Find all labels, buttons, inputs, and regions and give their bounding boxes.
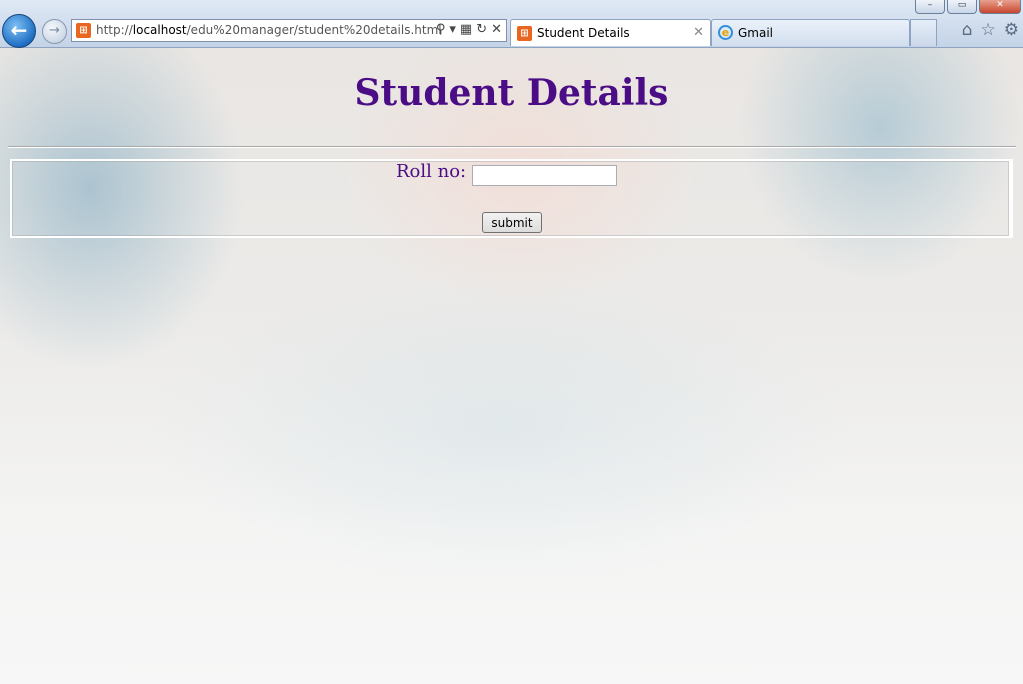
tab-student-details[interactable]: ⊞ Student Details ✕ <box>510 19 711 46</box>
xampp-icon: ⊞ <box>76 23 91 38</box>
horizontal-rule <box>8 146 1016 148</box>
minimize-button[interactable]: – <box>915 0 945 14</box>
ie-icon: e <box>718 25 733 40</box>
page-viewport: Student Details Roll no: submit <box>0 48 1023 684</box>
new-tab-button[interactable] <box>910 19 937 46</box>
search-icon[interactable]: ⚲ <box>436 22 446 37</box>
close-button[interactable]: ✕ <box>979 0 1021 14</box>
submit-button[interactable]: submit <box>482 212 542 233</box>
restore-button[interactable]: ▭ <box>947 0 977 14</box>
window-controls: – ▭ ✕ <box>913 0 1021 14</box>
roll-no-input[interactable] <box>472 165 617 186</box>
xampp-icon: ⊞ <box>517 26 532 41</box>
back-button[interactable]: ← <box>2 14 36 48</box>
favorites-star-icon[interactable]: ☆ <box>981 20 996 40</box>
browser-chrome: – ▭ ✕ ← → ⊞ http://localhost/edu%20manag… <box>0 0 1023 48</box>
compatibility-icon[interactable]: ▦ <box>460 22 472 37</box>
home-icon[interactable]: ⌂ <box>962 20 973 40</box>
stop-icon[interactable]: ✕ <box>491 22 502 37</box>
roll-no-label: Roll no: <box>396 161 467 182</box>
tab-gmail[interactable]: e Gmail <box>711 19 910 46</box>
tab-label: Student Details <box>537 26 630 40</box>
url-text[interactable]: http://localhost/edu%20manager/student%2… <box>96 23 442 37</box>
tab-label: Gmail <box>738 26 774 40</box>
dropdown-icon[interactable]: ▾ <box>449 22 456 37</box>
address-bar[interactable]: ⊞ http://localhost/edu%20manager/student… <box>71 19 507 42</box>
close-tab-icon[interactable]: ✕ <box>693 20 704 46</box>
toolbar-icons: ⌂ ☆ ⚙ <box>962 20 1019 40</box>
address-tools: ⚲ ▾ ▦ ↻ ✕ <box>436 22 502 37</box>
page-title: Student Details <box>354 72 669 114</box>
gear-icon[interactable]: ⚙ <box>1004 20 1019 40</box>
forward-button[interactable]: → <box>42 19 67 44</box>
refresh-icon[interactable]: ↻ <box>476 22 487 37</box>
